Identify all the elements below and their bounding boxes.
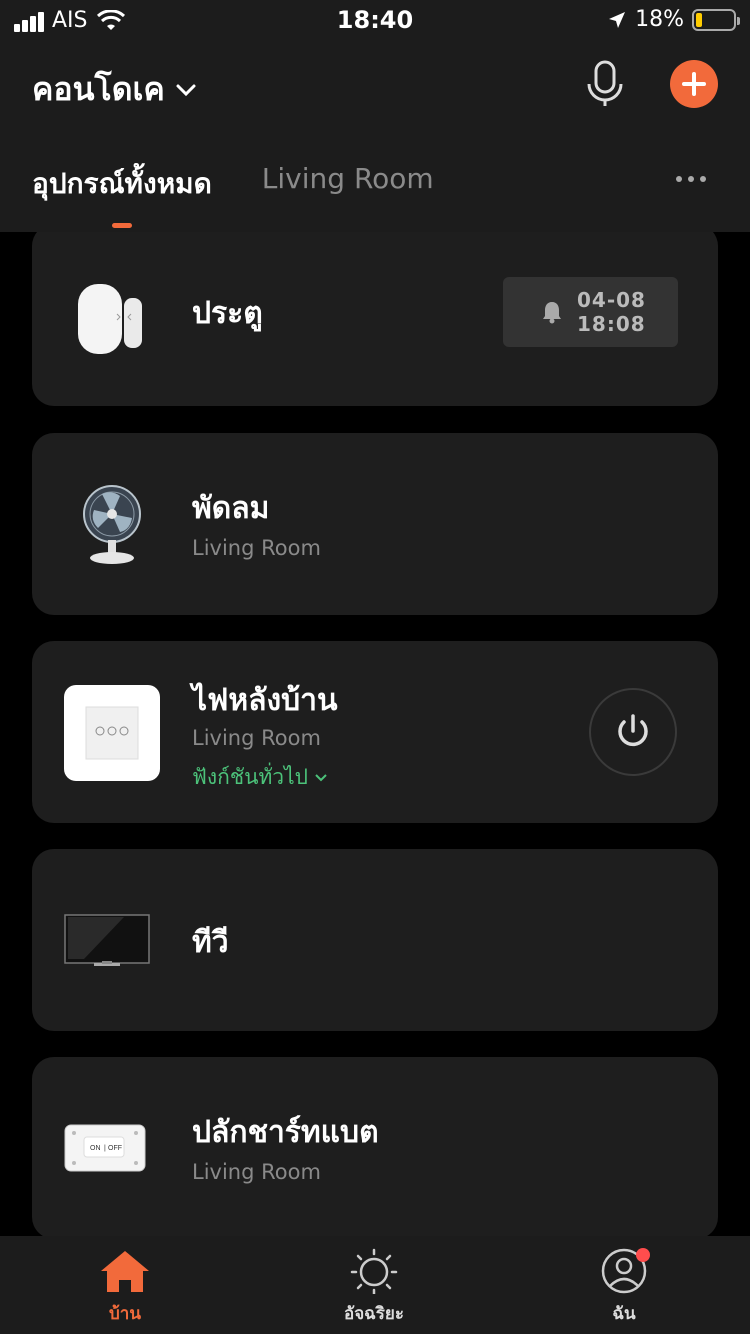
nav-home[interactable]: บ้าน [65,1248,185,1327]
more-dot-icon [700,176,706,182]
alert-datetime: 04-08 18:08 [577,288,646,336]
device-list: ประตู 04-08 18:08 พัดลม Living Room ไฟหล… [0,232,750,1236]
sun-icon [350,1248,398,1294]
status-bar: AIS 18:40 18% [0,0,750,40]
notification-badge [636,1248,650,1262]
alert-date: 04-08 [577,288,646,312]
tv-icon [64,893,150,989]
device-name: ประตู [192,296,263,331]
alert-time: 18:08 [577,312,646,336]
door-sensor-icon [64,268,160,364]
status-right: 18% [607,7,740,32]
bell-icon [543,302,561,324]
battery-icon [692,8,740,31]
more-dot-icon [676,176,682,182]
home-selector[interactable]: คอนโดเค [32,64,197,115]
device-room: Living Room [192,536,321,560]
nav-me[interactable]: ฉัน [564,1248,684,1327]
plus-icon [682,72,706,96]
device-name: ปลักชาร์ทแบต [192,1115,379,1150]
add-device-button[interactable] [670,60,718,108]
function-dropdown[interactable]: ฟังก์ชันทั่วไป [192,761,328,794]
tab-living-room[interactable]: Living Room [262,162,434,206]
device-card-tv[interactable]: ทีวี [32,849,718,1031]
last-alert-badge[interactable]: 04-08 18:08 [503,277,678,347]
more-options-button[interactable] [676,176,706,182]
chevron-down-icon [176,84,196,96]
fan-icon [64,477,160,573]
voice-button[interactable] [580,58,630,110]
microphone-icon [587,60,623,106]
power-button[interactable] [589,688,677,776]
power-icon [618,714,648,747]
device-card-door[interactable]: ประตู 04-08 18:08 [32,232,718,406]
bottom-nav: บ้าน อัจฉริยะ ฉัน [0,1236,750,1334]
tab-all-devices[interactable]: อุปกรณ์ทั้งหมด [32,162,212,228]
svg-text:|: | [104,1145,106,1152]
plug-on-label: ON [90,1145,101,1152]
nav-me-label: ฉัน [612,1304,636,1324]
device-card-backyard-light[interactable]: ไฟหลังบ้าน Living Room ฟังก์ชันทั่วไป [32,641,718,823]
function-label: ฟังก์ชันทั่วไป [192,765,308,789]
device-room: Living Room [192,1160,321,1184]
more-dot-icon [688,176,694,182]
nav-smart[interactable]: อัจฉริยะ [314,1248,434,1327]
plug-off-label: OFF [108,1145,122,1152]
device-name: พัดลม [192,491,270,526]
chevron-down-icon [315,773,327,781]
smart-plug-icon: ON | OFF [64,1101,146,1197]
location-arrow-icon [609,11,626,28]
nav-home-label: บ้าน [109,1304,141,1324]
device-card-charger-plug[interactable]: ON | OFF ปลักชาร์ทแบต Living Room [32,1057,718,1236]
battery-fill [696,12,703,27]
device-name: ไฟหลังบ้าน [192,683,338,718]
device-name: ทีวี [192,925,229,960]
header: คอนโดเค อุปกรณ์ทั้งหมด Living Room [0,40,750,232]
nav-smart-label: อัจฉริยะ [344,1304,404,1324]
wall-switch-icon [64,685,160,781]
device-room: Living Room [192,726,321,750]
room-tabs: อุปกรณ์ทั้งหมด Living Room [32,162,434,228]
home-icon [101,1251,149,1292]
device-card-fan[interactable]: พัดลม Living Room [32,433,718,615]
home-name: คอนโดเค [32,70,165,108]
battery-percent: 18% [635,7,684,32]
